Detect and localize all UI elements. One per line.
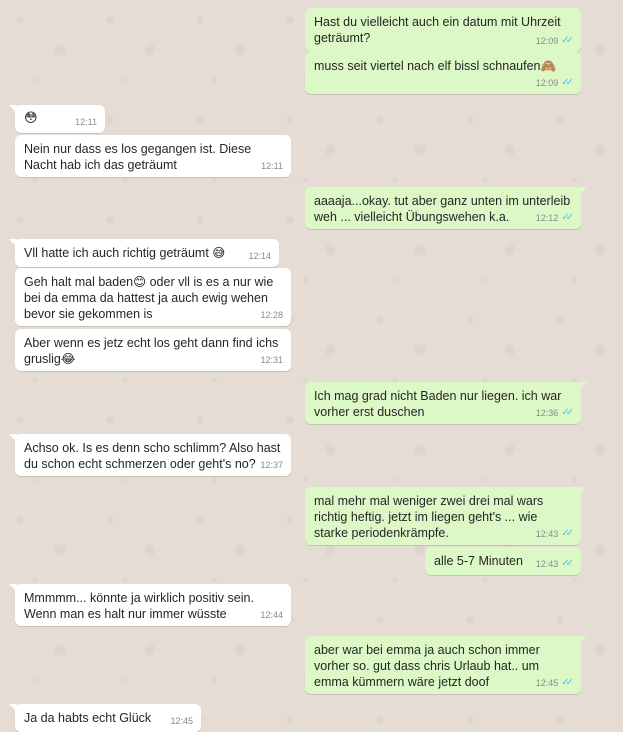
message-bubble-incoming[interactable]: Geh halt mal baden😊 oder vll is es a nur… (15, 268, 291, 326)
message-meta: 12:44 (260, 607, 283, 623)
message-text: Mmmmm... könnte ja wirklich positiv sein… (24, 591, 254, 621)
double-check-icon: ✓✓ (561, 77, 574, 88)
message-bubble-outgoing[interactable]: aaaaja...okay. tut aber ganz unten im un… (305, 187, 587, 229)
message-bubble-incoming[interactable]: 😳 12:11 (9, 105, 105, 133)
message-text: mal mehr mal weniger zwei drei mal wars … (314, 494, 544, 540)
message-meta: 12:43 ✓✓ (535, 556, 574, 572)
double-check-icon: ✓✓ (561, 407, 574, 418)
double-check-icon: ✓✓ (561, 212, 574, 223)
message-meta: 12:11 (75, 114, 97, 130)
message-text: aber war bei emma ja auch schon immer vo… (314, 643, 540, 689)
message-time: 12:43 (535, 559, 559, 569)
message-text: muss seit viertel nach elf bissl schnauf… (314, 59, 557, 73)
message-text: Achso ok. Is es denn scho schlimm? Also … (24, 441, 281, 471)
message-time: 12:44 (260, 610, 283, 620)
message-bubble-incoming[interactable]: Mmmmm... könnte ja wirklich positiv sein… (9, 584, 291, 626)
message-time: 12:11 (75, 117, 97, 127)
message-text: aaaaja...okay. tut aber ganz unten im un… (314, 194, 571, 224)
message-time: 12:28 (260, 310, 283, 320)
double-check-icon: ✓✓ (561, 677, 574, 688)
message-text: Geh halt mal baden😊 oder vll is es a nur… (24, 275, 274, 321)
double-check-icon: ✓✓ (561, 35, 574, 46)
message-time: 12:12 (535, 213, 559, 223)
message-bubble-incoming[interactable]: Nein nur dass es los gegangen ist. Diese… (15, 135, 291, 177)
message-text: Hast du vielleicht auch ein datum mit Uh… (314, 15, 561, 45)
message-text: Nein nur dass es los gegangen ist. Diese… (24, 142, 252, 172)
message-text: Vll hatte ich auch richtig geträumt 😅 (24, 246, 226, 260)
message-bubble-incoming[interactable]: Achso ok. Is es denn scho schlimm? Also … (9, 434, 291, 476)
message-meta: 12:14 (248, 248, 271, 264)
message-time: 12:37 (260, 460, 283, 470)
double-check-icon: ✓✓ (561, 558, 574, 569)
message-time: 12:09 (535, 36, 559, 46)
message-meta: 12:36 ✓✓ (535, 405, 574, 421)
message-bubble-outgoing[interactable]: muss seit viertel nach elf bissl schnauf… (305, 52, 581, 94)
message-meta: 12:31 (260, 352, 283, 368)
message-time: 12:45 (170, 716, 193, 726)
message-time: 12:11 (261, 161, 283, 171)
message-bubble-outgoing[interactable]: Ich mag grad nicht Baden nur liegen. ich… (305, 382, 587, 424)
message-bubble-incoming[interactable]: Aber wenn es jetz echt los geht dann fin… (15, 329, 291, 371)
message-meta: 12:37 (260, 457, 283, 473)
message-meta: 12:12 ✓✓ (535, 210, 574, 226)
message-time: 12:31 (260, 355, 283, 365)
message-time: 12:43 (535, 529, 559, 539)
message-time: 12:09 (535, 78, 559, 88)
message-time: 12:45 (535, 678, 559, 688)
message-text: Ja da habts echt Glück (24, 711, 152, 725)
message-bubble-outgoing[interactable]: mal mehr mal weniger zwei drei mal wars … (305, 487, 587, 545)
message-time: 12:36 (535, 408, 559, 418)
message-meta: 12:09 ✓✓ (535, 75, 574, 91)
message-meta: 12:28 (260, 307, 283, 323)
message-meta: 12:43 ✓✓ (535, 526, 574, 542)
message-meta: 12:09 ✓✓ (535, 33, 574, 49)
message-bubble-incoming[interactable]: Vll hatte ich auch richtig geträumt 😅 12… (9, 239, 279, 267)
message-meta: 12:11 (261, 158, 283, 174)
message-meta: 12:45 ✓✓ (535, 675, 574, 691)
message-bubble-outgoing[interactable]: aber war bei emma ja auch schon immer vo… (305, 636, 587, 694)
message-bubble-outgoing[interactable]: alle 5-7 Minuten 12:43 ✓✓ (425, 547, 581, 575)
double-check-icon: ✓✓ (561, 528, 574, 539)
message-bubble-incoming[interactable]: Ja da habts echt Glück 12:45 (9, 704, 201, 732)
message-meta: 12:45 (170, 713, 193, 729)
message-text: Aber wenn es jetz echt los geht dann fin… (24, 336, 279, 366)
message-time: 12:14 (248, 251, 271, 261)
message-text: Ich mag grad nicht Baden nur liegen. ich… (314, 389, 562, 419)
message-bubble-outgoing[interactable]: Hast du vielleicht auch ein datum mit Uh… (305, 8, 581, 52)
